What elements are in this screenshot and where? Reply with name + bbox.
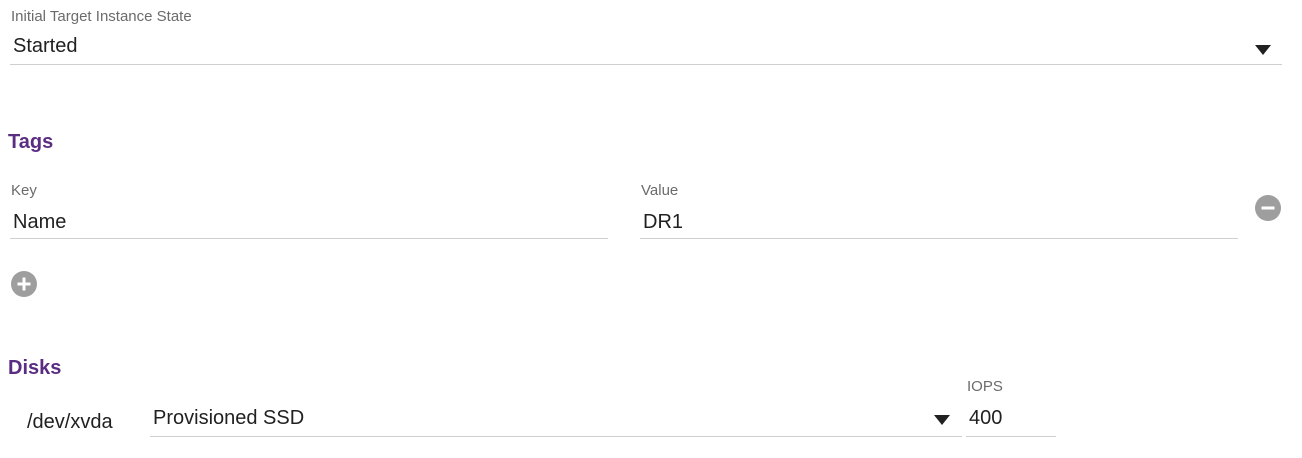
tag-value-label: Value [641, 182, 679, 199]
iops-label: IOPS [967, 378, 1003, 395]
add-tag-button[interactable] [11, 271, 37, 297]
remove-tag-button[interactable] [1255, 195, 1281, 221]
iops-underline [966, 436, 1056, 437]
tag-value-field[interactable]: Value DR1 [640, 180, 1238, 240]
tag-value-underline [640, 238, 1238, 239]
disk-type-underline [150, 436, 962, 437]
initial-state-value: Started [13, 35, 78, 57]
initial-state-underline [10, 64, 1282, 65]
minus-circle-icon [1255, 195, 1281, 221]
disk-device-name: /dev/xvda [27, 411, 113, 433]
disk-type-select[interactable]: Provisioned SSD [150, 400, 962, 438]
tag-key-value: Name [13, 211, 67, 233]
initial-state-label: Initial Target Instance State [11, 8, 192, 25]
dropdown-caret-icon[interactable] [1255, 45, 1271, 55]
tag-key-label: Key [11, 182, 37, 199]
disk-type-value: Provisioned SSD [153, 407, 305, 429]
tag-key-underline [10, 238, 608, 239]
iops-value: 400 [969, 407, 1003, 429]
disks-section-title: Disks [8, 357, 62, 379]
tags-section-title: Tags [8, 131, 54, 153]
instance-settings-form: Initial Target Instance State Started Ta… [0, 0, 1302, 458]
iops-field[interactable]: IOPS 400 [966, 376, 1056, 438]
initial-state-select[interactable]: Initial Target Instance State Started [10, 6, 1282, 66]
tag-key-field[interactable]: Key Name [10, 180, 608, 240]
plus-circle-icon [11, 271, 37, 297]
dropdown-caret-icon[interactable] [934, 415, 950, 425]
tag-value-value: DR1 [643, 211, 684, 233]
